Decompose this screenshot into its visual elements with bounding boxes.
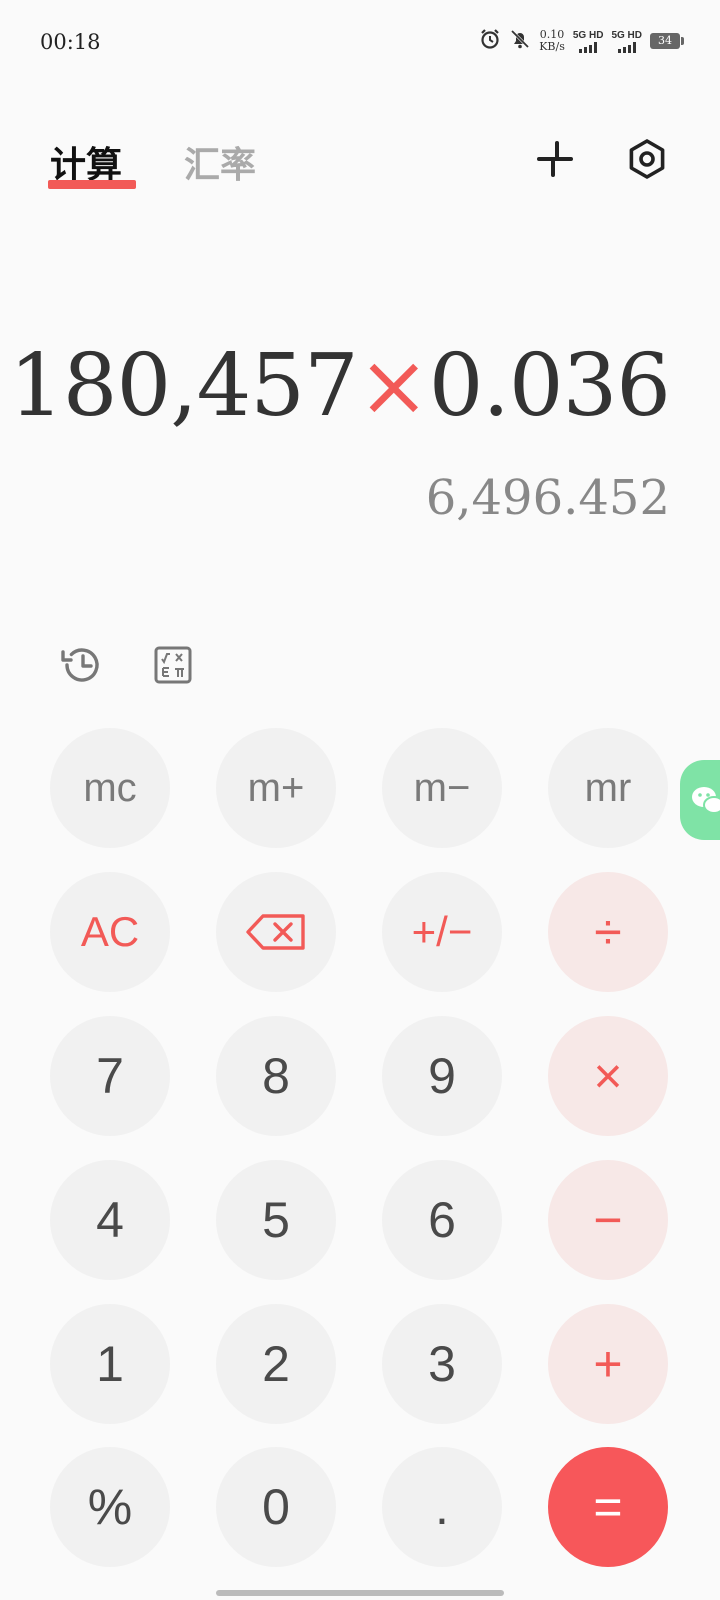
status-icons: 0.10 KB/s 5G HD 5G HD 34 — [479, 28, 684, 54]
operand-2: 0.036 — [428, 336, 671, 436]
key-equals[interactable]: = — [548, 1447, 668, 1567]
key-8[interactable]: 8 — [216, 1016, 336, 1136]
key-0[interactable]: 0 — [216, 1447, 336, 1567]
result-preview: 6,496.452 — [425, 470, 670, 526]
key-7[interactable]: 7 — [50, 1016, 170, 1136]
active-tab-indicator — [48, 180, 136, 189]
key-multiply[interactable]: × — [548, 1016, 668, 1136]
settings-button[interactable] — [622, 134, 672, 184]
key-decimal-point[interactable]: . — [382, 1447, 502, 1567]
signal-sim2: 5G HD — [611, 30, 642, 53]
scientific-mode-button[interactable] — [148, 640, 198, 690]
key-6[interactable]: 6 — [382, 1160, 502, 1280]
history-button[interactable] — [56, 640, 106, 690]
key-1[interactable]: 1 — [50, 1304, 170, 1424]
status-bar: 00:18 0.10 KB/s 5G HD 5G HD 34 — [0, 0, 720, 86]
tab-exchange-rate[interactable]: 汇率 — [184, 136, 256, 188]
shrink-button[interactable] — [530, 134, 580, 184]
alarm-icon — [479, 28, 501, 54]
key-plus[interactable]: + — [548, 1304, 668, 1424]
net-speed: 0.10 KB/s — [539, 28, 565, 53]
settings-hexagon-icon — [629, 139, 665, 179]
backspace-icon — [246, 914, 305, 950]
expression-display: 180,457×0.036 — [9, 336, 671, 436]
key-backspace[interactable] — [216, 872, 336, 992]
status-time: 00:18 — [40, 30, 101, 54]
key-memory-clear[interactable]: mc — [50, 728, 170, 848]
operand-1: 180,457 — [9, 336, 359, 436]
shrink-icon — [537, 141, 573, 177]
home-indicator[interactable] — [216, 1590, 504, 1596]
battery-icon: 34 — [650, 33, 684, 49]
scientific-calculator-icon — [154, 646, 192, 684]
key-memory-add[interactable]: m+ — [216, 728, 336, 848]
floating-chat-bubble[interactable] — [680, 760, 720, 840]
key-plus-minus[interactable]: +/− — [382, 872, 502, 992]
operator-symbol: × — [357, 336, 430, 436]
key-9[interactable]: 9 — [382, 1016, 502, 1136]
key-divide[interactable]: ÷ — [548, 872, 668, 992]
signal-bars-icon — [617, 41, 636, 53]
key-all-clear[interactable]: AC — [50, 872, 170, 992]
key-memory-subtract[interactable]: m− — [382, 728, 502, 848]
key-4[interactable]: 4 — [50, 1160, 170, 1280]
key-3[interactable]: 3 — [382, 1304, 502, 1424]
key-2[interactable]: 2 — [216, 1304, 336, 1424]
signal-bars-icon — [579, 41, 598, 53]
key-minus[interactable]: − — [548, 1160, 668, 1280]
history-icon — [61, 648, 99, 682]
key-percent[interactable]: % — [50, 1447, 170, 1567]
key-5[interactable]: 5 — [216, 1160, 336, 1280]
mute-bell-icon — [509, 28, 531, 54]
key-memory-recall[interactable]: mr — [548, 728, 668, 848]
signal-sim1: 5G HD — [573, 30, 603, 53]
wechat-icon — [692, 787, 720, 814]
